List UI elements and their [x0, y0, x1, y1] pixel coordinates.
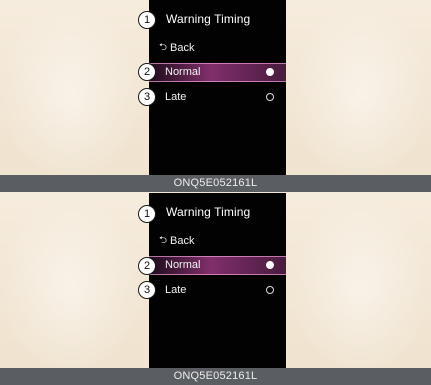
option-late[interactable]: Late: [149, 88, 286, 107]
illustration-panel-bottom: Warning Timing ⮌ Back Normal Late 1 2 3 …: [0, 193, 431, 385]
option-label: Normal: [165, 66, 201, 78]
back-label: Back: [170, 42, 195, 54]
back-arrow-icon: ⮌: [159, 235, 168, 246]
screen-title: Warning Timing: [166, 205, 251, 219]
callout-2: 2: [138, 63, 156, 81]
back-button[interactable]: ⮌ Back: [159, 235, 194, 247]
illustration-panel-top: Warning Timing ⮌ Back Normal Late 1 2 3 …: [0, 0, 431, 192]
option-normal[interactable]: Normal: [149, 63, 286, 82]
callout-1: 1: [138, 205, 156, 223]
back-arrow-icon: ⮌: [159, 42, 168, 53]
back-label: Back: [170, 235, 195, 247]
option-label: Late: [165, 284, 187, 296]
option-late[interactable]: Late: [149, 281, 286, 300]
callout-3: 3: [138, 281, 156, 299]
cluster-display: Warning Timing ⮌ Back Normal Late: [149, 193, 286, 368]
callout-3: 3: [138, 88, 156, 106]
option-label: Normal: [165, 259, 201, 271]
figure-code-caption: ONQ5E052161L: [0, 175, 431, 192]
option-label: Late: [165, 91, 187, 103]
option-normal[interactable]: Normal: [149, 256, 286, 275]
figure-code-caption: ONQ5E052161L: [0, 368, 431, 385]
callout-2: 2: [138, 257, 156, 275]
callout-1: 1: [138, 11, 156, 29]
back-button[interactable]: ⮌ Back: [159, 42, 194, 54]
screen-title: Warning Timing: [166, 12, 251, 26]
radio-selected-icon: [266, 261, 274, 269]
radio-selected-icon: [266, 68, 274, 76]
radio-unselected-icon: [266, 93, 274, 101]
cluster-display: Warning Timing ⮌ Back Normal Late: [149, 0, 286, 175]
radio-unselected-icon: [266, 286, 274, 294]
